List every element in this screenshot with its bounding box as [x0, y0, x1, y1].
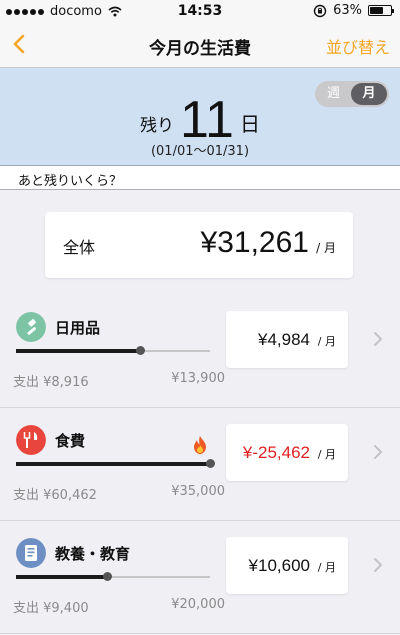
navigation-bar: 今月の生活費 並び替え: [0, 22, 400, 68]
chevron-right-icon[interactable]: [372, 443, 384, 461]
remaining-card: ¥-25,462 / 月: [226, 424, 348, 481]
budget-progress-bar: [16, 346, 210, 355]
total-unit: / 月: [316, 241, 336, 255]
budget-progress-bar: [16, 572, 210, 581]
toothbrush-icon: [16, 312, 46, 342]
sort-button[interactable]: 並び替え: [326, 34, 390, 58]
battery-percent: 63%: [333, 3, 362, 18]
rotation-lock-icon: [313, 4, 327, 17]
total-label: 全体: [63, 238, 96, 257]
fire-icon: [194, 436, 206, 454]
category-name: 教養・教育: [55, 545, 131, 563]
remaining-unit: / 月: [317, 448, 336, 461]
days-prefix: 残り: [140, 116, 174, 136]
budget-amount: ¥20,000: [171, 597, 225, 612]
spent-amount: 支出 ¥60,462: [13, 488, 97, 503]
battery-icon: [368, 5, 394, 16]
days-unit: 日: [239, 112, 260, 136]
section-header: あと残りいくら？: [0, 166, 400, 190]
budget-amount: ¥35,000: [171, 484, 225, 499]
chevron-right-icon[interactable]: [372, 330, 384, 348]
remaining-unit: / 月: [317, 335, 336, 348]
book-icon: [16, 538, 46, 568]
days-remaining-panel: 週 月 残り 11 日 (01/01〜01/31): [0, 68, 400, 166]
total-card: 全体 ¥31,261 / 月: [45, 212, 353, 278]
chevron-right-icon[interactable]: [372, 556, 384, 574]
total-amount: ¥31,261: [200, 226, 309, 259]
status-right: 63%: [313, 3, 394, 18]
date-range: (01/01〜01/31): [150, 144, 250, 159]
remaining-amount: ¥4,984: [258, 330, 310, 349]
spent-amount: 支出 ¥8,916: [13, 375, 89, 390]
remaining-amount: ¥10,600: [248, 556, 310, 575]
category-name: 日用品: [55, 319, 101, 337]
category-name: 食費: [55, 432, 86, 450]
category-row[interactable]: 食費 支出 ¥60,462 ¥35,000 ¥-25,462 / 月: [0, 409, 400, 521]
category-row[interactable]: 日用品 支出 ¥8,916 ¥13,900 ¥4,984 / 月: [0, 296, 400, 408]
budget-amount: ¥13,900: [171, 371, 225, 386]
fork-knife-icon: [16, 425, 46, 455]
remaining-card: ¥10,600 / 月: [226, 537, 348, 594]
remaining-unit: / 月: [317, 561, 336, 574]
remaining-amount: ¥-25,462: [242, 443, 310, 462]
status-bar: docomo 14:53 63%: [0, 0, 400, 22]
remaining-card: ¥4,984 / 月: [226, 311, 348, 368]
category-row[interactable]: 教養・教育 支出 ¥9,400 ¥20,000 ¥10,600 / 月: [0, 522, 400, 634]
spent-amount: 支出 ¥9,400: [13, 601, 89, 616]
budget-progress-bar: [16, 459, 215, 468]
